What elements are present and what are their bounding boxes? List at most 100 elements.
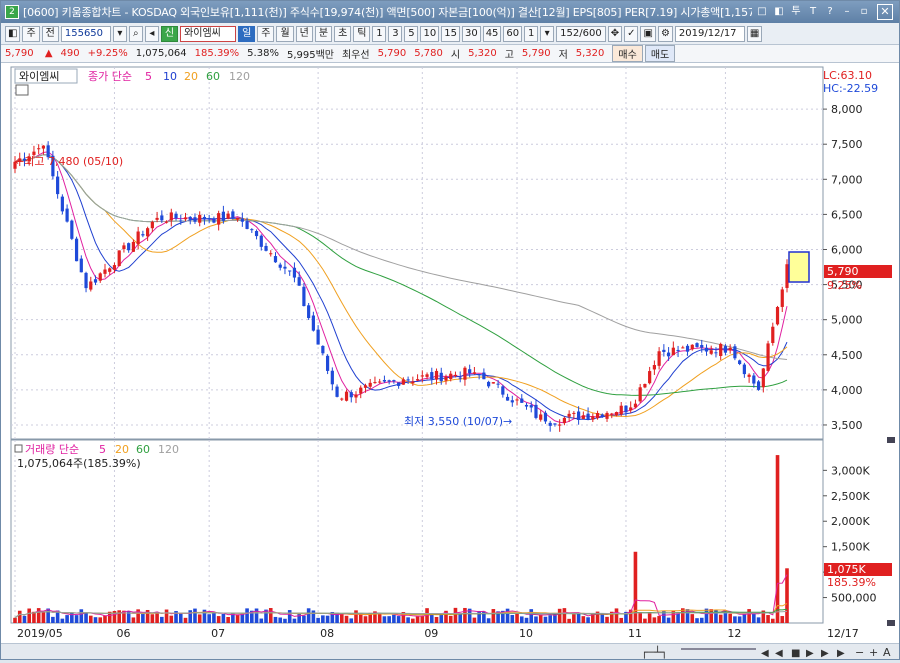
candle-body (586, 413, 590, 420)
open-label: 시 (450, 50, 461, 61)
price-panel-resize-icon[interactable] (887, 437, 895, 443)
date-input[interactable]: 2019/12/17 (674, 25, 745, 42)
zoom-in-icon[interactable]: + (869, 646, 878, 659)
window-icon-3[interactable]: 투 (789, 5, 803, 19)
grid-toggle-icon[interactable] (15, 84, 29, 96)
candle-body (619, 405, 623, 415)
calendar-icon[interactable]: ▦ (746, 25, 763, 42)
period-minute[interactable]: 분 (314, 25, 333, 42)
layout-icon[interactable]: ◧ (5, 25, 21, 42)
price-volume-chart[interactable]: 와이엠씨 종가 단순 5 10 20 60 120 ←최고 7,480 (05/… (1, 63, 899, 643)
volume-bar (283, 618, 287, 623)
volume-bar (22, 615, 27, 623)
candle-body (226, 213, 230, 219)
search-icon[interactable]: ⌕ (128, 25, 143, 42)
volume-bar (150, 614, 155, 623)
volume-bar (524, 617, 529, 623)
volume-bar (325, 615, 330, 623)
stop-icon[interactable]: ■ (791, 648, 800, 659)
stock-code-input[interactable]: 155650 (60, 25, 111, 42)
low-label: 저 (558, 50, 568, 61)
interval-1[interactable]: 1 (372, 25, 387, 42)
interval-30[interactable]: 30 (461, 25, 481, 42)
interval-10[interactable]: 10 (420, 25, 440, 42)
bar-count[interactable]: 152/600 (556, 25, 606, 42)
volume-bar (103, 615, 107, 623)
period-second[interactable]: 초 (334, 25, 352, 42)
buy-button[interactable]: 매수 (612, 45, 643, 62)
prev-page-icon[interactable]: ◀ (775, 648, 783, 659)
mode-select-1[interactable]: 주 (22, 25, 40, 42)
volume-panel-resize-icon[interactable] (887, 620, 895, 626)
interval-5[interactable]: 5 (404, 25, 419, 42)
volume-bar (737, 616, 742, 623)
volume-bar (657, 616, 661, 623)
candle-body (643, 383, 647, 388)
target-box[interactable] (788, 251, 810, 283)
volume-bar (169, 615, 174, 623)
volume-bar (259, 618, 264, 623)
window-icon-4[interactable]: T (806, 5, 820, 19)
stock-name[interactable]: 와이엠씨 (180, 25, 237, 42)
candle-body (136, 231, 140, 245)
maximize-icon[interactable]: ▫ (857, 5, 871, 19)
interval-15[interactable]: 15 (441, 25, 460, 42)
toolbar: ◧ 주 전 155650 ▾ ⌕ ◂ 신 와이엠씨 일 주 월 년 분 초 틱 … (1, 23, 899, 45)
check-icon[interactable]: ✓ (624, 25, 639, 42)
volume-bar (486, 618, 491, 623)
price-tick-label: 4,000 (831, 384, 863, 397)
expand-icon[interactable]: ▶ (837, 648, 845, 659)
interval-45[interactable]: 45 (482, 25, 502, 42)
candle-body (179, 220, 183, 222)
price-tick-label: 5,000 (831, 314, 863, 327)
last-icon[interactable]: ▶ (821, 648, 829, 659)
volume-ratio: 185.39% (194, 48, 240, 59)
gear-icon[interactable]: ⚙ (657, 25, 673, 42)
prev-icon[interactable]: ◂ (144, 25, 159, 42)
candle-body (193, 217, 197, 222)
window-title: [0600] 키움종합차트 - KOSDAQ 외국인보유[1,111(천)] 주… (23, 6, 752, 19)
candle-body (236, 217, 240, 220)
unit-select[interactable]: 1 (524, 25, 539, 42)
interval-60[interactable]: 60 (503, 25, 523, 42)
zoom-out-icon[interactable]: − (855, 646, 864, 659)
volume-bar (453, 607, 458, 623)
period-tick[interactable]: 틱 (353, 25, 371, 42)
zoom-track[interactable] (681, 648, 756, 650)
zoom-slider-icon[interactable]: ┌─┴┐ (641, 645, 668, 659)
tools-icon[interactable]: ✥ (607, 25, 623, 42)
period-year[interactable]: 년 (295, 25, 313, 42)
window-icon-2[interactable]: ◧ (772, 5, 786, 19)
candle-body (84, 272, 88, 289)
volume-bar (245, 608, 249, 623)
period-week[interactable]: 주 (257, 25, 275, 42)
code-dropdown-icon[interactable]: ▾ (112, 25, 127, 42)
window-icon-1[interactable]: □ (755, 5, 769, 19)
period-month[interactable]: 월 (276, 25, 294, 42)
interval-3[interactable]: 3 (388, 25, 403, 42)
candle-body (723, 346, 728, 353)
x-axis: 2019/05 06 07 08 09 10 11 12 12/17 (17, 627, 859, 640)
sell-button[interactable]: 매도 (644, 45, 676, 62)
next-page-icon[interactable]: ▶ (806, 648, 814, 659)
volume-bar (84, 612, 88, 623)
volume-bar (311, 610, 316, 623)
candle-body (188, 216, 192, 220)
volume-panel-toggle[interactable] (14, 444, 23, 453)
period-day[interactable]: 일 (238, 25, 256, 42)
close-icon[interactable]: ✕ (877, 4, 893, 20)
volume-bar (429, 613, 434, 623)
auto-icon[interactable]: A (883, 646, 891, 659)
chart-area[interactable]: 와이엠씨 종가 단순 5 10 20 60 120 ←최고 7,480 (05/… (1, 63, 899, 643)
high-value: 5,790 (521, 48, 551, 59)
minimize-icon[interactable]: – (840, 5, 854, 19)
candle-body (155, 217, 159, 220)
candle-body (472, 372, 477, 374)
help-icon[interactable]: ? (823, 5, 837, 19)
save-icon[interactable]: ▣ (640, 25, 656, 42)
candle-body (501, 386, 505, 395)
first-icon[interactable]: ◀ (761, 648, 769, 659)
mode-select-2[interactable]: 전 (41, 25, 59, 42)
candle-body (629, 407, 633, 411)
unit-dropdown-icon[interactable]: ▾ (540, 25, 555, 42)
